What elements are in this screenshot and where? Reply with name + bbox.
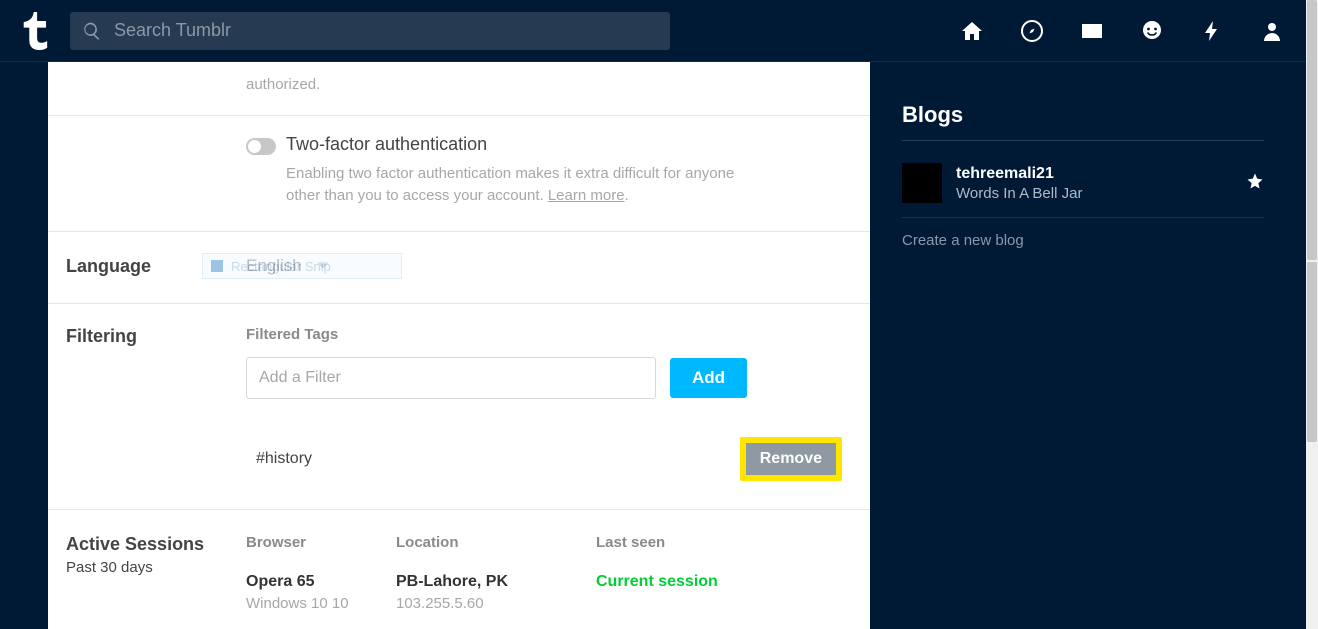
language-section: Language English Rectangular Snip <box>48 232 870 304</box>
divider <box>902 140 1264 141</box>
browser-scrollbar[interactable] <box>1306 0 1318 629</box>
session-row: Opera 65 Windows 10 10 PB-Lahore, PK 103… <box>246 573 842 612</box>
inbox-icon[interactable] <box>1080 19 1104 43</box>
scrollbar-thumb[interactable] <box>1307 262 1317 442</box>
blogs-title: Blogs <box>902 102 1264 128</box>
tfa-toggle[interactable] <box>246 138 276 155</box>
col-browser: Browser <box>246 534 396 551</box>
add-filter-button[interactable]: Add <box>670 358 747 398</box>
search-input[interactable] <box>114 20 658 41</box>
create-blog-link[interactable]: Create a new blog <box>902 232 1024 249</box>
search-icon <box>82 21 102 41</box>
session-browser: Opera 65 <box>246 573 396 591</box>
blog-item[interactable]: tehreemali21 Words In A Bell Jar <box>902 157 1264 218</box>
session-os: Windows 10 10 <box>246 595 396 612</box>
col-location: Location <box>396 534 596 551</box>
session-ip: 103.255.5.60 <box>396 595 596 612</box>
tfa-section: Two-factor authentication Enabling two f… <box>48 116 870 232</box>
snip-overlay: Rectangular Snip <box>202 253 402 279</box>
filtering-section: Filtering Filtered Tags Add #history Rem… <box>48 304 870 510</box>
filter-input[interactable] <box>246 357 656 399</box>
session-last-seen: Current session <box>596 573 842 591</box>
tfa-desc-text: Enabling two factor authentication makes… <box>286 165 734 204</box>
sessions-section: Active Sessions Past 30 days Browser Loc… <box>48 510 870 629</box>
session-location: PB-Lahore, PK <box>396 573 596 591</box>
star-icon[interactable] <box>1246 172 1264 195</box>
sessions-sublabel: Past 30 days <box>66 559 246 576</box>
filtering-label: Filtering <box>66 326 246 347</box>
filtered-tag-row: #history Remove <box>246 437 842 481</box>
filtered-tag-text: #history <box>246 450 740 468</box>
explore-icon[interactable] <box>1020 19 1044 43</box>
top-nav <box>0 0 1306 62</box>
tfa-learn-more-link[interactable]: Learn more <box>548 187 625 204</box>
scrollbar-thumb[interactable] <box>1307 0 1317 260</box>
col-last-seen: Last seen <box>596 534 842 551</box>
blogs-sidebar: Blogs tehreemali21 Words In A Bell Jar C… <box>870 62 1306 629</box>
sessions-label: Active Sessions <box>66 534 246 555</box>
search-box[interactable] <box>70 12 670 50</box>
filtered-tags-label: Filtered Tags <box>246 326 842 343</box>
tfa-description: Enabling two factor authentication makes… <box>286 163 766 207</box>
tfa-title: Two-factor authentication <box>286 134 766 155</box>
blog-subtitle: Words In A Bell Jar <box>956 185 1082 202</box>
messaging-icon[interactable] <box>1140 19 1164 43</box>
sessions-header: Browser Location Last seen <box>246 534 842 551</box>
remove-filter-button[interactable]: Remove <box>746 443 836 475</box>
settings-panel: authorized. Two-factor authentication En… <box>48 62 870 629</box>
activity-icon[interactable] <box>1200 19 1224 43</box>
remove-highlight: Remove <box>740 437 842 481</box>
blog-avatar <box>902 163 942 203</box>
account-icon[interactable] <box>1260 19 1284 43</box>
blog-name: tehreemali21 <box>956 165 1082 183</box>
tumblr-logo-icon[interactable] <box>22 12 50 50</box>
authorized-fragment: authorized. <box>48 76 870 116</box>
home-icon[interactable] <box>960 19 984 43</box>
